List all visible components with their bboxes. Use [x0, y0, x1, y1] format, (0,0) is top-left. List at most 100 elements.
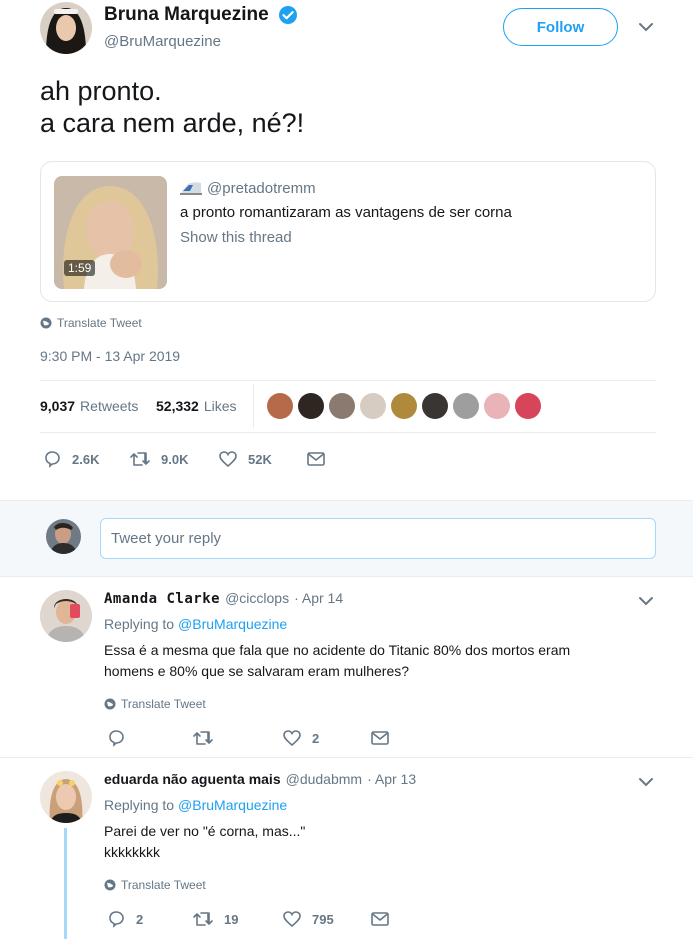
- author-name[interactable]: Bruna Marquezine: [104, 4, 269, 26]
- stats-separator: [253, 384, 254, 428]
- retweets-label: Retweets: [80, 398, 139, 414]
- reply-author[interactable]: Amanda Clarke @cicclops · Apr 14: [104, 590, 343, 607]
- liker-avatar[interactable]: [453, 393, 479, 419]
- tweet-reply-input[interactable]: Tweet your reply: [100, 518, 656, 559]
- retweet-count: 19: [224, 911, 239, 927]
- train-emoji-icon: [180, 181, 202, 195]
- envelope-icon: [370, 728, 390, 748]
- verified-icon: [278, 5, 298, 25]
- quoted-video-thumbnail[interactable]: 1:59: [54, 176, 167, 289]
- translate-tweet-label[interactable]: Translate Tweet: [57, 316, 142, 330]
- reply-text-line-1: Parei de ver no "é corna, mas...": [104, 823, 306, 839]
- reply-date[interactable]: · Apr 13: [367, 771, 416, 787]
- reply-count: 2.6K: [72, 451, 100, 467]
- reply-text-line-2: homens e 80% que se salvaram eram mulher…: [104, 663, 410, 679]
- tweet-text: ah pronto. a cara nem arde, né?!: [40, 75, 304, 139]
- liker-avatar[interactable]: [484, 393, 510, 419]
- direct-message-action[interactable]: [306, 449, 326, 469]
- reply-author-name[interactable]: eduarda não aguenta mais: [104, 771, 281, 787]
- chevron-down-icon[interactable]: [638, 21, 654, 33]
- replying-to-prefix: Replying to: [104, 616, 175, 632]
- reply-date[interactable]: · Apr 14: [294, 590, 343, 606]
- reply-text: Essa é a mesma que fala que no acidente …: [104, 640, 570, 682]
- divider: [40, 380, 656, 381]
- envelope-icon: [306, 449, 326, 469]
- reply-author[interactable]: eduarda não aguenta mais @dudabmm · Apr …: [104, 771, 416, 787]
- author-name-text[interactable]: Bruna Marquezine: [104, 4, 269, 25]
- liker-avatar[interactable]: [391, 393, 417, 419]
- tweet-timestamp[interactable]: 9:30 PM - 13 Apr 2019: [40, 348, 180, 364]
- reply-action[interactable]: [106, 728, 136, 748]
- reply-author-avatar[interactable]: [40, 590, 92, 642]
- tweet-text-line-1: ah pronto.: [40, 76, 162, 106]
- reply-author-avatar[interactable]: [40, 771, 92, 823]
- retweet-action[interactable]: [192, 728, 224, 748]
- translate-tweet-link[interactable]: Translate Tweet: [104, 697, 206, 711]
- divider: [40, 432, 656, 433]
- liker-avatar[interactable]: [329, 393, 355, 419]
- reply-author-handle[interactable]: @cicclops: [225, 590, 289, 606]
- reply-author-handle[interactable]: @dudabmm: [286, 771, 362, 787]
- reply-text: Parei de ver no "é corna, mas..." kkkkkk…: [104, 821, 305, 863]
- translate-tweet-label[interactable]: Translate Tweet: [121, 878, 206, 892]
- liker-avatar[interactable]: [298, 393, 324, 419]
- quoted-handle[interactable]: @pretadotremm: [207, 180, 316, 197]
- chevron-down-icon[interactable]: [638, 776, 654, 788]
- reply-count: 2: [136, 911, 144, 927]
- show-thread-link[interactable]: Show this thread: [180, 229, 292, 246]
- reply-icon: [106, 728, 126, 748]
- replying-to-link[interactable]: @BruMarquezine: [178, 616, 287, 632]
- author-avatar[interactable]: [40, 2, 92, 54]
- translate-tweet-link[interactable]: Translate Tweet: [40, 316, 142, 330]
- reply-icon: [42, 449, 62, 469]
- video-duration: 1:59: [64, 260, 96, 276]
- retweets-count: 9,037: [40, 398, 76, 414]
- direct-message-action[interactable]: [370, 728, 390, 748]
- reply-icon: [106, 909, 126, 929]
- current-user-avatar[interactable]: [46, 519, 81, 554]
- retweet-action[interactable]: 9.0K: [129, 449, 188, 469]
- replying-to-prefix: Replying to: [104, 797, 175, 813]
- replying-to-link[interactable]: @BruMarquezine: [178, 797, 287, 813]
- follow-button[interactable]: Follow: [503, 8, 618, 46]
- liker-avatar[interactable]: [360, 393, 386, 419]
- heart-icon: [218, 449, 238, 469]
- retweet-action[interactable]: 19: [192, 909, 238, 929]
- likes-label: Likes: [203, 398, 237, 414]
- globe-icon: [40, 317, 52, 329]
- author-handle[interactable]: @BruMarquezine: [104, 33, 221, 50]
- thread-connector-line: [64, 828, 67, 939]
- like-count: 795: [312, 911, 334, 927]
- globe-icon: [104, 698, 116, 710]
- retweet-icon: [129, 449, 151, 469]
- translate-tweet-link[interactable]: Translate Tweet: [104, 878, 206, 892]
- like-count: 52K: [248, 451, 272, 467]
- reply-text-line-1: Essa é a mesma que fala que no acidente …: [104, 642, 571, 658]
- chevron-down-icon[interactable]: [638, 595, 654, 607]
- likes-count: 52,332: [156, 398, 199, 414]
- translate-tweet-label[interactable]: Translate Tweet: [121, 697, 206, 711]
- globe-icon: [104, 879, 116, 891]
- reply-action[interactable]: 2.6K: [42, 449, 99, 469]
- replying-to: Replying to @BruMarquezine: [104, 616, 287, 632]
- envelope-icon: [370, 909, 390, 929]
- likes-stat[interactable]: 52,332 Likes: [156, 398, 237, 414]
- reply-tweet[interactable]: eduarda não aguenta mais @dudabmm · Apr …: [0, 758, 693, 939]
- retweets-stat[interactable]: 9,037 Retweets: [40, 398, 138, 414]
- like-count: 2: [312, 730, 320, 746]
- reply-tweet[interactable]: Amanda Clarke @cicclops · Apr 14 Replyin…: [0, 577, 693, 758]
- replying-to: Replying to @BruMarquezine: [104, 797, 287, 813]
- quoted-tweet-card[interactable]: 1:59 @pretadotremm a pronto romantizaram…: [40, 161, 656, 302]
- like-action[interactable]: 2: [282, 728, 319, 748]
- like-action[interactable]: 52K: [218, 449, 272, 469]
- liker-avatar[interactable]: [422, 393, 448, 419]
- like-action[interactable]: 795: [282, 909, 334, 929]
- liker-avatar[interactable]: [267, 393, 293, 419]
- direct-message-action[interactable]: [370, 909, 390, 929]
- liker-avatar[interactable]: [515, 393, 541, 419]
- tweet-text-line-2: a cara nem arde, né?!: [40, 108, 305, 138]
- reply-text-line-2: kkkkkkkk: [104, 844, 160, 860]
- reply-author-name[interactable]: Amanda Clarke: [104, 591, 220, 607]
- reply-action[interactable]: 2: [106, 909, 143, 929]
- heart-icon: [282, 728, 302, 748]
